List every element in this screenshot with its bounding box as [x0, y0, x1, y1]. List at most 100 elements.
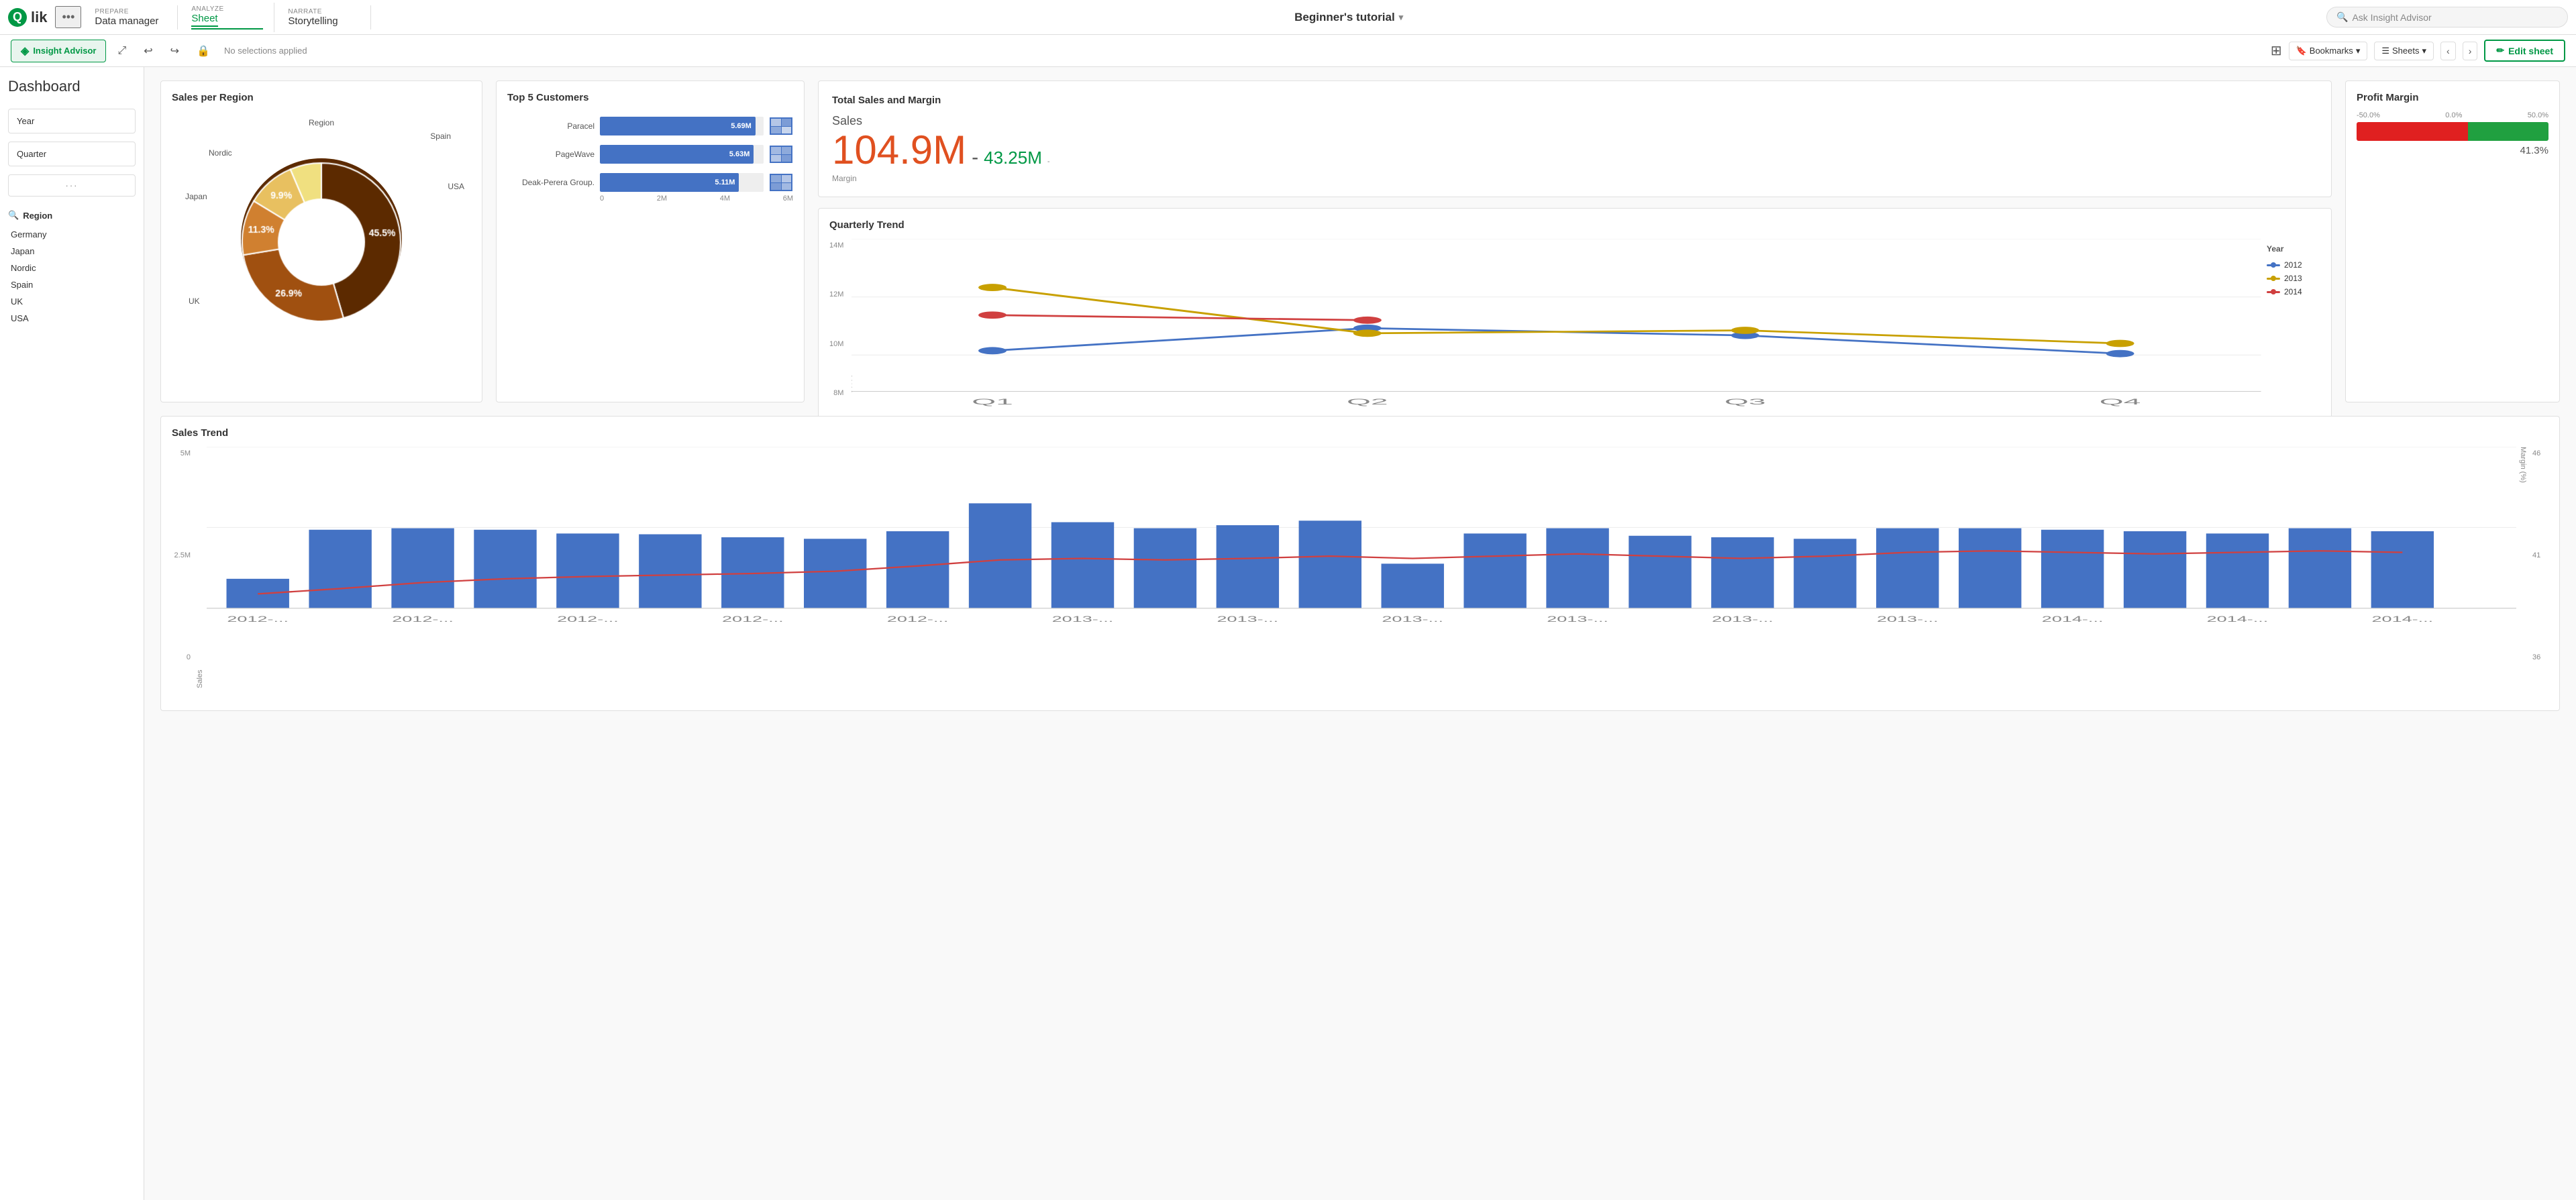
bar-label-deak: Deak-Perera Group. [507, 178, 595, 187]
x-17: 2013-... [1547, 614, 1608, 624]
region-uk[interactable]: UK [8, 293, 136, 310]
nav-prev-button[interactable]: ‹ [2440, 42, 2456, 60]
x-3: 2012-... [392, 614, 454, 624]
bookmark-icon: 🔖 [2296, 46, 2307, 56]
sales-quarterly-section: Total Sales and Margin Sales 104.9M - 43… [818, 80, 2332, 402]
expand-icon-button[interactable]: ⤢ [111, 41, 132, 61]
pie-label-nordic: Nordic [209, 148, 232, 158]
more-filters[interactable]: ··· [8, 174, 136, 197]
region-japan[interactable]: Japan [8, 243, 136, 260]
grid-view-button[interactable]: ⊞ [2271, 42, 2282, 59]
nav-prepare[interactable]: Prepare Data manager [84, 5, 178, 30]
bar-row-deak: Deak-Perera Group. 5.11M [507, 173, 793, 192]
row1: Sales per Region [160, 80, 2560, 402]
bar-25 [2206, 533, 2269, 608]
x-9: 2012-... [887, 614, 949, 624]
bar-18 [1629, 536, 1691, 608]
year-filter[interactable]: Year [8, 109, 136, 133]
top-navigation: Q lik ••• Prepare Data manager Analyze S… [0, 0, 2576, 35]
nav-analyze[interactable]: Analyze Sheet [181, 3, 274, 32]
x-23: 2014-... [2042, 614, 2104, 624]
pie-label-usa: USA [448, 182, 464, 191]
quarterly-title: Quarterly Trend [829, 219, 2320, 231]
top5-title: Top 5 Customers [507, 92, 793, 103]
quarterly-legend: Year 2012 2013 [2267, 239, 2320, 413]
search-icon: 🔍 [2336, 11, 2348, 23]
nav-next-button[interactable]: › [2463, 42, 2478, 60]
bar-9 [886, 531, 949, 608]
x-1: 2012-... [227, 614, 289, 624]
x-21: 2013-... [1877, 614, 1939, 624]
bar-fill-deak: 5.11M [600, 173, 739, 192]
sales-trend-title: Sales Trend [172, 427, 2548, 439]
region-nordic[interactable]: Nordic [8, 260, 136, 276]
dot-2014-q2 [1353, 317, 1382, 324]
undo-button[interactable]: ↩ [138, 40, 158, 62]
chevron-down-icon-2: ▾ [2422, 46, 2426, 56]
profit-bar-negative [2357, 122, 2468, 141]
edit-sheet-button[interactable]: ✏ Edit sheet [2484, 40, 2565, 62]
trend-y-left-label: Sales [196, 447, 204, 688]
quarter-filter[interactable]: Quarter [8, 142, 136, 166]
x-19: 2013-... [1712, 614, 1773, 624]
nav-narrate[interactable]: Narrate Storytelling [277, 5, 371, 30]
x-13: 2013-... [1217, 614, 1279, 624]
pie-label-spain: Spain [430, 131, 451, 141]
redo-button[interactable]: ↪ [164, 40, 185, 62]
region-germany[interactable]: Germany [8, 226, 136, 243]
pie-label-uk: UK [189, 296, 200, 306]
line-2013 [992, 288, 2120, 343]
lock-button[interactable]: 🔒 [191, 40, 216, 62]
sales-per-region-title: Sales per Region [172, 92, 471, 103]
bar-19 [1711, 537, 1773, 608]
app-title[interactable]: Beginner's tutorial ▾ [374, 11, 2324, 24]
bar-row-paracel: Paracel 5.69M [507, 117, 793, 135]
insight-advisor-icon: ◈ [21, 44, 29, 58]
pie-chart-wrapper: Region Spain Nordic Japan UK USA [172, 111, 471, 366]
bar-24 [2124, 531, 2186, 608]
main-layout: Dashboard Year Quarter ··· 🔍 Region Germ… [0, 67, 2576, 1200]
bookmarks-button[interactable]: 🔖 Bookmarks ▾ [2289, 42, 2368, 60]
trend-y-left: 5M 2.5M 0 [172, 447, 193, 688]
insight-advisor-button[interactable]: ◈ Insight Advisor [11, 40, 106, 62]
total-sales-card: Total Sales and Margin Sales 104.9M - 43… [818, 80, 2332, 197]
x-q3: Q3 [1724, 397, 1766, 406]
sales-per-region-card: Sales per Region [160, 80, 482, 402]
dot-2013-q4 [2106, 340, 2134, 347]
qlik-icon: Q [8, 8, 27, 27]
trend-y-right: 46 41 36 [2530, 447, 2548, 688]
bar-26 [2289, 529, 2351, 608]
x-5: 2012-... [557, 614, 619, 624]
bar-row-pagewave: PageWave 5.63M [507, 145, 793, 164]
toolbar-right: ⊞ 🔖 Bookmarks ▾ ☰ Sheets ▾ ‹ › ✏ Edit sh… [2271, 40, 2565, 62]
x-q1: Q1 [972, 397, 1014, 406]
profit-bar-positive [2468, 122, 2548, 141]
nav-more-button[interactable]: ••• [55, 6, 81, 28]
margin-label: Margin [832, 174, 2318, 183]
mini-chart-pagewave [769, 145, 793, 164]
quarterly-y-label: Sales [852, 374, 859, 394]
sales-trend-svg: 2012-... 2012-... 2012-... 2012-... 2012… [207, 447, 2516, 688]
ask-insight-advisor-search[interactable]: 🔍 Ask Insight Advisor [2326, 7, 2568, 28]
sheets-button[interactable]: ☰ Sheets ▾ [2374, 42, 2434, 60]
toolbar: ◈ Insight Advisor ⤢ ↩ ↪ 🔒 No selections … [0, 35, 2576, 67]
quarterly-svg: Q1 Q2 Q3 Q4 Sales [852, 239, 2261, 413]
qlik-logo: Q lik [8, 8, 47, 27]
bar-fill-pagewave: 5.63M [600, 145, 754, 164]
qlik-wordmark: lik [31, 9, 47, 26]
sales-trend-layout: 5M 2.5M 0 Sales [172, 447, 2548, 688]
pie-label-japan: Japan [185, 192, 207, 201]
bar-12 [1134, 529, 1196, 608]
search-icon-region: 🔍 [8, 210, 19, 221]
region-usa[interactable]: USA [8, 310, 136, 327]
selections-label: No selections applied [224, 46, 307, 56]
sales-trend-card: Sales Trend 5M 2.5M 0 Sales [160, 416, 2560, 711]
bar-2 [309, 530, 371, 608]
dot-2013-q2 [1353, 329, 1382, 337]
region-spain[interactable]: Spain [8, 276, 136, 293]
bar-3 [391, 529, 454, 608]
x-11: 2013-... [1052, 614, 1114, 624]
bar-4 [474, 530, 536, 608]
pie-canvas [221, 138, 422, 339]
edit-icon: ✏ [2496, 45, 2504, 56]
